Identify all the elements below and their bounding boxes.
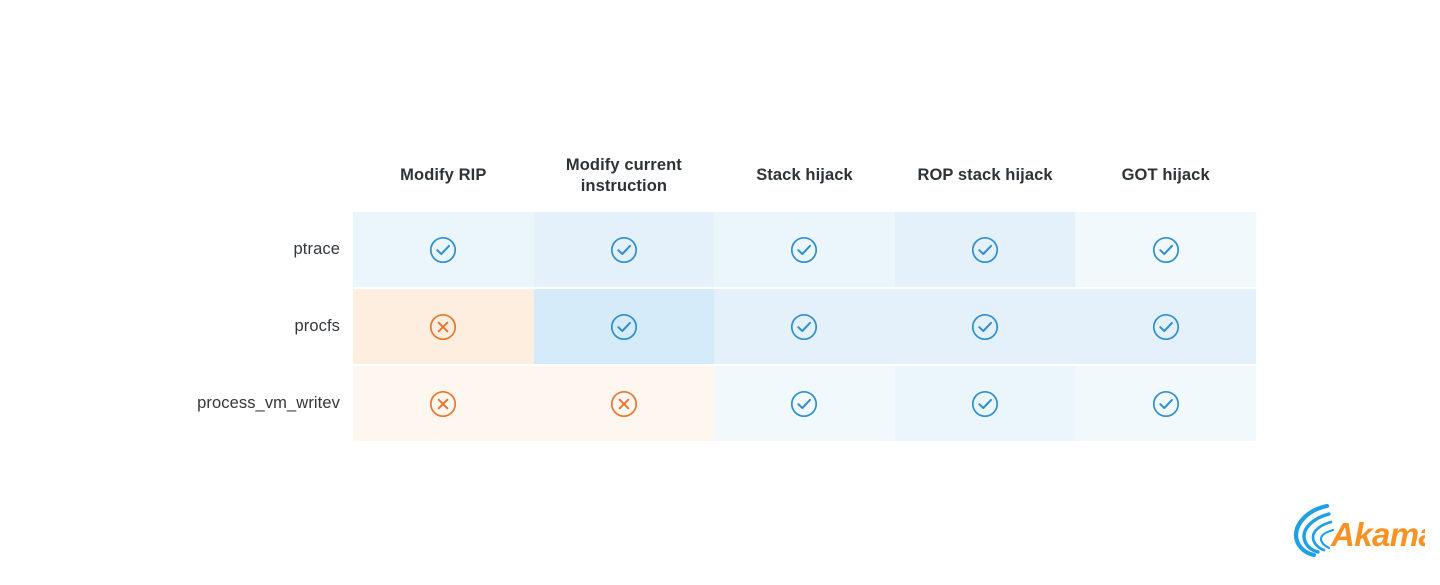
row-cells	[353, 212, 1256, 287]
matrix-column	[894, 212, 1076, 287]
x-circle-icon	[428, 312, 458, 342]
x-circle-icon	[428, 389, 458, 419]
matrix-cell	[1075, 366, 1256, 441]
matrix-column	[1075, 366, 1256, 441]
table-row: ptrace	[160, 212, 1256, 287]
matrix-column	[714, 212, 895, 287]
row-cells	[353, 289, 1256, 364]
column-header-label: Stack hijack	[756, 166, 853, 185]
matrix-cell	[894, 289, 1076, 364]
matrix-column	[353, 289, 534, 364]
header-cells: Modify RIP Modify current instruction St…	[353, 140, 1256, 212]
check-circle-icon	[1151, 389, 1181, 419]
matrix-cell	[894, 366, 1076, 441]
check-circle-icon	[1151, 312, 1181, 342]
matrix-cell	[533, 212, 715, 287]
row-header-label: process_vm_writev	[197, 394, 340, 412]
svg-text:Akamai: Akamai	[1330, 516, 1425, 553]
matrix-cell	[353, 366, 534, 441]
akamai-logo: Akamai	[1293, 500, 1425, 560]
check-circle-icon	[789, 235, 819, 265]
column-header-cell: Modify current instruction	[534, 140, 715, 212]
matrix-cell	[353, 289, 534, 364]
matrix-column	[1075, 289, 1256, 364]
matrix-cell	[714, 212, 895, 287]
check-circle-icon	[609, 312, 639, 342]
capability-matrix-table: Modify RIP Modify current instruction St…	[160, 140, 1256, 441]
column-header-label: GOT hijack	[1121, 166, 1210, 185]
matrix-column	[894, 366, 1076, 441]
matrix-column	[533, 212, 715, 287]
matrix-cell	[714, 366, 895, 441]
column-header-label: Modify RIP	[400, 166, 487, 185]
table-row: process_vm_writev	[160, 366, 1256, 441]
akamai-wordmark: Akamai	[1330, 516, 1425, 553]
table-body: ptrace procfs process_vm_writev	[160, 212, 1256, 441]
table-corner-cell	[160, 140, 353, 212]
matrix-cell	[533, 289, 715, 364]
matrix-column	[894, 289, 1076, 364]
x-circle-icon	[609, 389, 639, 419]
check-circle-icon	[789, 389, 819, 419]
table-header-row: Modify RIP Modify current instruction St…	[160, 140, 1256, 212]
row-cells	[353, 366, 1256, 441]
check-circle-icon	[970, 235, 1000, 265]
check-circle-icon	[428, 235, 458, 265]
column-header-cell: ROP stack hijack	[895, 140, 1076, 212]
table-row: procfs	[160, 289, 1256, 364]
check-circle-icon	[970, 312, 1000, 342]
akamai-swirl-icon	[1293, 503, 1335, 558]
matrix-column	[353, 366, 534, 441]
matrix-cell	[1075, 212, 1256, 287]
matrix-cell	[533, 366, 715, 441]
check-circle-icon	[1151, 235, 1181, 265]
row-header-label: ptrace	[293, 240, 340, 258]
matrix-cell	[1075, 289, 1256, 364]
matrix-column	[533, 366, 715, 441]
matrix-cell	[894, 212, 1076, 287]
check-circle-icon	[789, 312, 819, 342]
matrix-cell	[714, 289, 895, 364]
matrix-page: Modify RIP Modify current instruction St…	[0, 0, 1440, 585]
matrix-column	[714, 289, 895, 364]
matrix-column	[714, 366, 895, 441]
matrix-column	[353, 212, 534, 287]
check-circle-icon	[609, 235, 639, 265]
matrix-column	[533, 289, 715, 364]
column-header-cell: Stack hijack	[714, 140, 895, 212]
column-header-cell: GOT hijack	[1075, 140, 1256, 212]
column-header-cell: Modify RIP	[353, 140, 534, 212]
check-circle-icon	[970, 389, 1000, 419]
matrix-cell	[353, 212, 534, 287]
column-header-label: Modify current instruction	[565, 155, 682, 195]
column-header-label: ROP stack hijack	[917, 166, 1053, 185]
matrix-column	[1075, 212, 1256, 287]
row-header-label: procfs	[294, 317, 340, 335]
